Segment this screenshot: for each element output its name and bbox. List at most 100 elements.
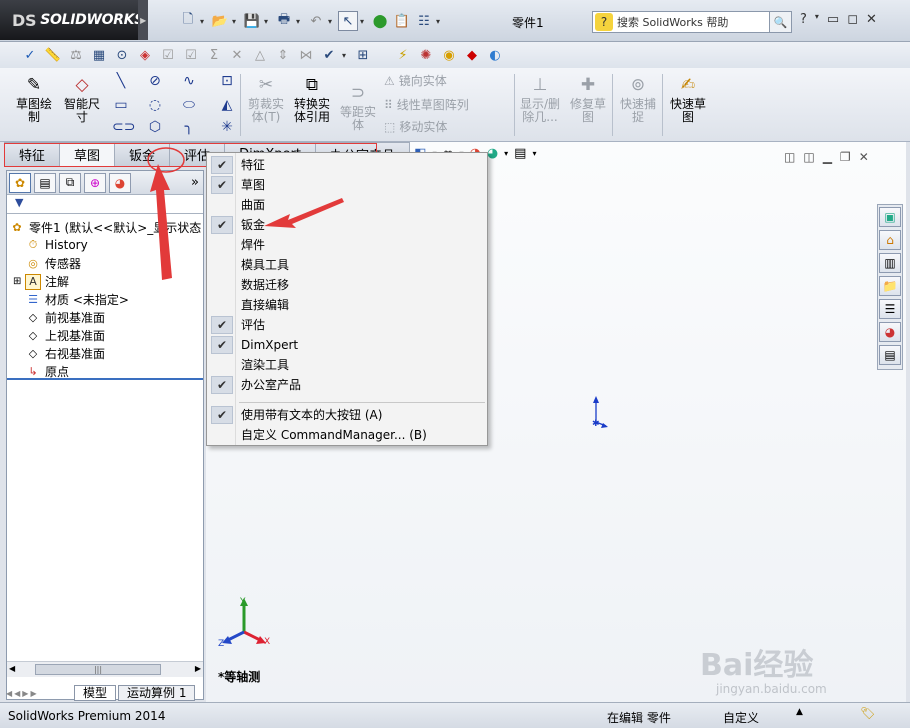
select-cursor-icon[interactable]: ↖ [338, 11, 358, 31]
tag-icon[interactable]: 🏷 [860, 706, 875, 720]
print-dropdown-icon[interactable]: ▾ [296, 17, 304, 26]
minimize-icon[interactable]: ▭ [827, 12, 839, 27]
sketch-button[interactable]: ✎ 草图绘 制 [12, 74, 56, 124]
restore-icon[interactable]: ◻ [847, 12, 858, 27]
open-folder-icon[interactable]: 📂 [210, 11, 230, 31]
tab-motion-study[interactable]: 运动算例 1 [118, 685, 196, 701]
display-manager-tab-icon[interactable]: ◕ [109, 172, 131, 193]
undercut-icon[interactable]: ⇕ [273, 45, 293, 65]
polygon-icon[interactable]: ⬡ [146, 118, 164, 136]
tree-item-sensors[interactable]: ◎ 传感器 [25, 255, 81, 272]
menu-item[interactable]: 焊件 [207, 235, 487, 255]
menu-expand-arrow-icon[interactable]: ▶ [138, 0, 148, 40]
repair-sketch-button[interactable]: ✚ 修复草 图 [566, 74, 610, 124]
help-search-box[interactable]: ? 搜索 SolidWorks 帮助 🔍 [592, 11, 792, 33]
custom-properties-icon[interactable]: ▤ [879, 345, 901, 365]
scene-dropdown-icon[interactable]: ▾ [504, 149, 508, 158]
checkbox-tool-icon[interactable]: ☑ [158, 45, 178, 65]
offset-entities-button[interactable]: ⊃ 等距实 体 [336, 82, 380, 132]
menu-item[interactable]: ✔ DimXpert [207, 335, 487, 355]
menu-item-customize[interactable]: 自定义 CommandManager... (B) [207, 425, 487, 445]
quick-snaps-button[interactable]: ⊚ 快速捕 捉 [616, 74, 660, 124]
slot-icon[interactable]: ⊂⊃ [112, 118, 135, 136]
trim-entities-button[interactable]: ✂ 剪裁实 体(T) [244, 74, 288, 124]
open-dropdown-icon[interactable]: ▾ [232, 17, 240, 26]
resources-icon[interactable]: ▣ [879, 207, 901, 227]
viewport-minimize-icon[interactable]: ▁ [823, 150, 832, 164]
units-custom[interactable]: 自定义 [723, 709, 759, 726]
text-box-icon[interactable]: ⊡ [218, 72, 236, 90]
menu-item[interactable]: ✔ 钣金 [207, 215, 487, 235]
rectangle-icon[interactable]: ▭ [112, 96, 130, 114]
measure-icon[interactable]: 📏 [43, 45, 63, 65]
arc-icon[interactable]: ◌ [146, 96, 164, 114]
sum-icon[interactable]: Σ [204, 45, 224, 65]
viewport-restore-icon[interactable]: ❐ [840, 150, 851, 164]
viewport-close-icon[interactable]: ✕ [859, 150, 869, 164]
view-palette-icon[interactable]: ☰ [879, 299, 901, 319]
display-delete-relations-button[interactable]: ⊥ 显示/删 除几... [518, 74, 562, 124]
home-icon[interactable]: ⌂ [879, 230, 901, 250]
filter-icon[interactable]: ▼ [7, 196, 203, 214]
configuration-manager-tab-icon[interactable]: ⧉ [59, 172, 81, 193]
undo-icon[interactable]: ↶ [306, 11, 326, 31]
tree-item-part[interactable]: ✿ 零件1 (默认<<默认>_显示状态 [9, 219, 201, 236]
save-icon[interactable]: 💾 [242, 11, 262, 31]
appearances-scenes-icon[interactable]: ◕ [879, 322, 901, 342]
view-settings-icon[interactable]: ▤ [514, 146, 526, 161]
rollback-bar[interactable] [7, 378, 203, 380]
tree-item-annotations[interactable]: ⊞ A 注解 [13, 273, 69, 290]
menu-item-large-buttons[interactable]: ✔ 使用带有文本的大按钮 (A) [207, 405, 487, 425]
tab-navigation-icon[interactable]: ◀◀▶▶ [6, 689, 72, 698]
line-icon[interactable]: ╲ [112, 72, 130, 90]
costing-icon[interactable]: ✺ [416, 45, 436, 65]
traffic-light-rebuild-icon[interactable]: ⬤ [370, 11, 390, 31]
design-library-icon[interactable]: ▥ [879, 253, 901, 273]
search-icon[interactable]: 🔍 [769, 12, 791, 32]
save-dropdown-icon[interactable]: ▾ [264, 17, 272, 26]
menu-item[interactable]: ✔ 评估 [207, 315, 487, 335]
mass-properties-icon[interactable]: ⚖ [66, 45, 86, 65]
panel-collapse-icon[interactable]: ◫ [784, 150, 795, 164]
linear-pattern-button[interactable]: ⠿ 线性草图阵列 [384, 96, 469, 113]
options-dropdown-icon[interactable]: ▾ [436, 17, 444, 26]
help-dropdown-icon[interactable]: ▾ [815, 12, 819, 27]
section-properties-icon[interactable]: ▦ [89, 45, 109, 65]
compare-icon[interactable]: ⊞ [353, 45, 373, 65]
tree-item-right-plane[interactable]: ◇ 右视基准面 [25, 345, 105, 362]
geometry-analysis-icon[interactable]: ◈ [135, 45, 155, 65]
file-properties-icon[interactable]: 📋 [392, 11, 412, 31]
property-manager-tab-icon[interactable]: ▤ [34, 172, 56, 193]
menu-item[interactable]: 模具工具 [207, 255, 487, 275]
circle-icon[interactable]: ⊘ [146, 72, 164, 90]
checkbox-tool2-icon[interactable]: ☑ [181, 45, 201, 65]
tolerance-icon[interactable]: ✕ [227, 45, 247, 65]
check-icon[interactable]: ⊙ [112, 45, 132, 65]
convert-entities-button[interactable]: ⧉ 转换实 体引用 [290, 74, 334, 124]
smart-dimension-button[interactable]: ◇ 智能尺 寸 [60, 74, 104, 124]
menu-item[interactable]: 渲染工具 [207, 355, 487, 375]
units-dropdown-icon[interactable]: ▲ [796, 707, 803, 717]
scroll-right-icon[interactable]: ▶ [195, 664, 201, 673]
tree-item-front-plane[interactable]: ◇ 前视基准面 [25, 309, 105, 326]
deviation-dropdown-icon[interactable]: ▾ [342, 51, 350, 60]
menu-item[interactable]: ✔ 办公室产品 [207, 375, 487, 395]
more-tabs-icon[interactable]: » [191, 175, 199, 190]
file-explorer-icon[interactable]: 📁 [879, 276, 901, 296]
parting-line-icon[interactable]: ⋈ [296, 45, 316, 65]
scrollbar-thumb[interactable]: ||| [35, 664, 161, 675]
solidworks-logo[interactable]: DS SOLIDWORKS ▶ [0, 0, 148, 40]
tab-model[interactable]: 模型 [74, 685, 117, 701]
fillet-icon[interactable]: ◭ [218, 96, 236, 114]
menu-item[interactable]: ✔ 特征 [207, 155, 487, 175]
tree-item-material[interactable]: ☰ 材质 <未指定> [25, 291, 129, 308]
dimxpert-icon[interactable]: ◆ [462, 45, 482, 65]
deviation-icon[interactable]: ✔ [319, 45, 339, 65]
view-settings-dropdown-icon[interactable]: ▾ [532, 149, 536, 158]
feature-tree-tab-icon[interactable]: ✿ [9, 172, 31, 193]
tree-item-history[interactable]: ⏱ History [25, 237, 88, 253]
close-icon[interactable]: ✕ [866, 12, 877, 27]
select-dropdown-icon[interactable]: ▾ [360, 17, 368, 26]
undo-dropdown-icon[interactable]: ▾ [328, 17, 336, 26]
ellipse-icon[interactable]: ⬭ [180, 96, 198, 114]
